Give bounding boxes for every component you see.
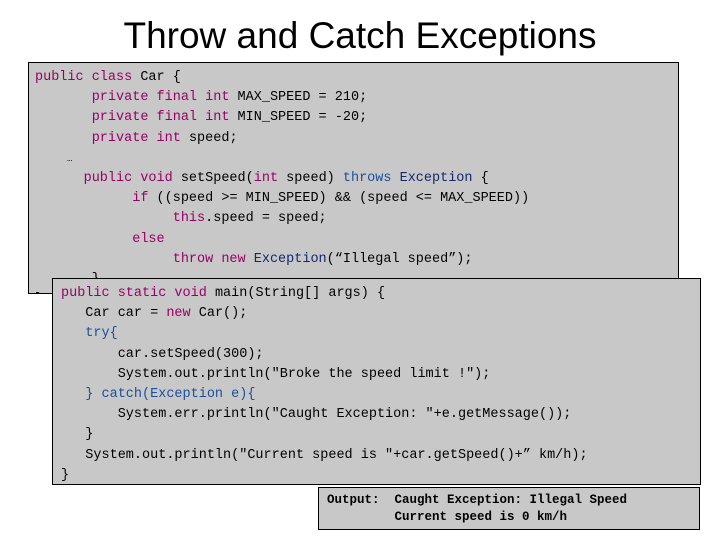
- code-token-pln: Car car =: [61, 306, 167, 322]
- code-line: System.err.println("Caught Exception: "+…: [61, 405, 700, 425]
- code-line: if ((speed >= MIN_SPEED) && (speed <= MA…: [35, 189, 678, 209]
- code-line: private final int MAX_SPEED = 210;: [35, 88, 678, 108]
- code-token-pln: System.out.println("Broke the speed limi…: [61, 366, 491, 382]
- code-token-pln: ((speed >= MIN_SPEED) && (speed <= MAX_S…: [156, 191, 530, 207]
- code-token-kw: new: [166, 306, 191, 322]
- code-line: System.out.println("Broke the speed limi…: [61, 365, 700, 385]
- code-token-pln: (“Illegal speed”);: [326, 251, 473, 267]
- code-token-pln: speed): [278, 170, 343, 186]
- code-token-pln: System.err.println("Caught Exception: "+…: [61, 407, 572, 423]
- code-line: public void setSpeed(int speed) throws E…: [35, 169, 678, 189]
- code-token-pln: main(String[] args) {: [214, 286, 386, 301]
- car-class-code-panel: public class Car { private final int MAX…: [28, 62, 679, 294]
- code-token-pln: {: [472, 170, 489, 186]
- code-line: private int speed;: [35, 129, 678, 149]
- code-token-kw: private int: [35, 130, 189, 146]
- code-line: public static void main(String[] args) {: [61, 284, 700, 304]
- code-token-kw2: } catch(Exception e){: [61, 386, 256, 402]
- code-token-kw: private final int: [35, 110, 238, 126]
- code-token-kw: public void: [35, 170, 181, 186]
- code-token-pln: }: [61, 467, 70, 483]
- code-token-kw: private final int: [35, 90, 238, 106]
- code-line: }: [61, 466, 700, 484]
- code-token-kw: public class: [35, 70, 141, 85]
- page-title: Throw and Catch Exceptions: [123, 15, 597, 56]
- code-token-kw: this: [35, 211, 206, 227]
- code-line: }: [61, 425, 700, 445]
- code-token-type: Exception: [399, 170, 473, 186]
- code-token-kw: if: [35, 191, 157, 207]
- code-line: this.speed = speed;: [35, 209, 678, 229]
- code-token-pln: car.setSpeed(300);: [61, 346, 264, 362]
- code-token-pln: speed;: [188, 130, 238, 146]
- code-line: else: [35, 230, 678, 250]
- code-token-kw: public static void: [61, 286, 215, 301]
- code-token-pln: }: [35, 292, 43, 293]
- code-token-pln: setSpeed(: [180, 170, 254, 186]
- program-output-box: Output: Caught Exception: Illegal Speed …: [318, 487, 700, 530]
- code-token-kw2: throws: [342, 170, 400, 186]
- output-line: Current speed is 0 km/h: [327, 510, 568, 524]
- code-token-pln: .speed = speed;: [205, 211, 327, 227]
- code-line: private final int MIN_SPEED = -20;: [35, 108, 678, 128]
- code-line: …: [35, 149, 678, 169]
- code-token-kw: throw new: [35, 251, 254, 267]
- code-token-pln: MAX_SPEED = 210;: [237, 90, 368, 106]
- code-token-pln: }: [61, 427, 94, 443]
- code-line: car.setSpeed(300);: [61, 345, 700, 365]
- main-method-code-panel: public static void main(String[] args) {…: [52, 278, 701, 485]
- code-token-type: Exception: [253, 251, 327, 267]
- code-token-kw2: try{: [61, 326, 118, 342]
- code-token-kw: int: [253, 170, 279, 186]
- code-line: public class Car {: [35, 68, 678, 88]
- code-line: } catch(Exception e){: [61, 385, 700, 405]
- code-token-kw: else: [35, 231, 165, 247]
- output-line: Output: Caught Exception: Illegal Speed: [327, 493, 628, 507]
- code-token-pln: System.out.println("Current speed is "+c…: [61, 447, 588, 463]
- code-token-pln: MIN_SPEED = -20;: [237, 110, 368, 126]
- code-line: System.out.println("Current speed is "+c…: [61, 446, 700, 466]
- code-token-pln: Car();: [190, 306, 248, 322]
- code-line: Car car = new Car();: [61, 304, 700, 324]
- code-line: try{: [61, 324, 700, 344]
- code-line: throw new Exception(“Illegal speed”);: [35, 250, 678, 270]
- code-token-pln: Car {: [140, 70, 181, 85]
- code-ellipsis: …: [35, 153, 74, 164]
